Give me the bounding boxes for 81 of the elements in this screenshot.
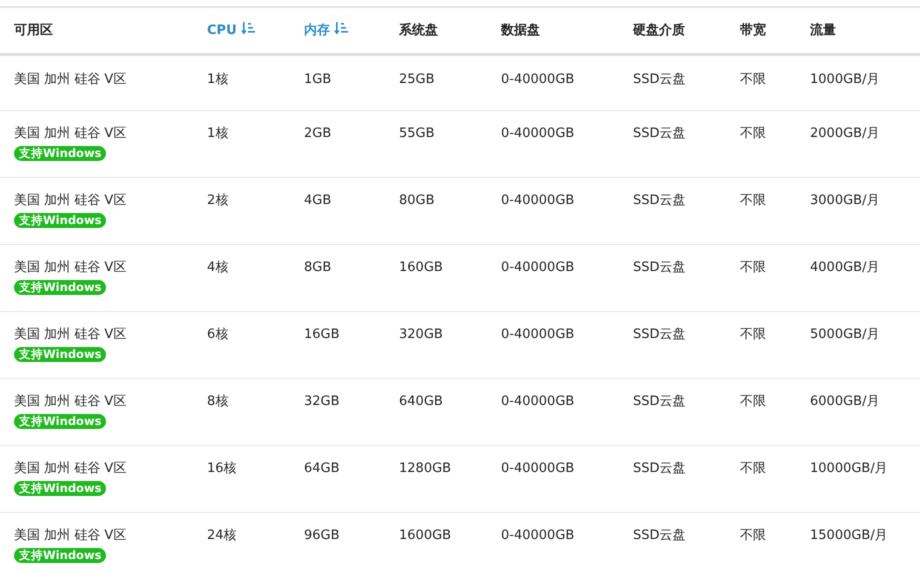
windows-badge: 支持Windows (14, 146, 106, 161)
table-cell-text: 1核 (207, 70, 228, 88)
sort-icon (334, 22, 348, 34)
table-cell-text: 320GB (399, 326, 443, 344)
table-cell-text: 不限 (740, 258, 766, 276)
table-cell-text: 0-40000GB (501, 326, 574, 344)
table-cell-text: 美国 加州 硅谷 V区 (14, 326, 126, 344)
table-cell-text: 5000GB/月 (810, 326, 880, 344)
table-cell-text: 4000GB/月 (810, 258, 880, 276)
column-header: 带宽 (740, 22, 766, 38)
table-cell-text: SSD云盘 (633, 124, 686, 142)
sort-icon (240, 22, 255, 34)
table-cell-text: 美国 加州 硅谷 V区 (14, 526, 126, 544)
table-cell-text: 96GB (304, 526, 340, 544)
table-cell-text: 0-40000GB (501, 258, 574, 276)
windows-badge: 支持Windows (14, 213, 106, 228)
table-cell-text: 55GB (399, 124, 435, 142)
table-cell-text: 6核 (207, 326, 228, 344)
table-cell-text: 不限 (740, 192, 766, 210)
table-cell-text: 1GB (304, 70, 332, 88)
table-cell-text: 不限 (740, 526, 766, 544)
table-cell-text: 0-40000GB (501, 460, 574, 478)
table-cell-text: 160GB (399, 258, 443, 276)
windows-badge: 支持Windows (14, 548, 106, 563)
table-cell-text: 不限 (740, 124, 766, 142)
table-cell-text: SSD云盘 (633, 526, 686, 544)
column-header: 流量 (810, 22, 836, 38)
table-cell-text: 1000GB/月 (810, 70, 880, 88)
table-cell-text: 10000GB/月 (810, 460, 888, 478)
table-cell-text: 美国 加州 硅谷 V区 (14, 70, 126, 88)
table-cell-text: 美国 加州 硅谷 V区 (14, 124, 126, 142)
table-cell-text: 4GB (304, 192, 332, 210)
column-header[interactable]: 内存 (304, 22, 348, 38)
windows-badge: 支持Windows (14, 414, 106, 429)
table-cell-text: 8核 (207, 392, 228, 410)
table-cell-text: 8GB (304, 258, 332, 276)
table-cell-text: SSD云盘 (633, 258, 686, 276)
table-cell-text: 0-40000GB (501, 526, 574, 544)
table-cell-text: 美国 加州 硅谷 V区 (14, 392, 126, 410)
table-cell-text: 4核 (207, 258, 228, 276)
table-cell-text: 不限 (740, 70, 766, 88)
table-cell-text: 0-40000GB (501, 70, 574, 88)
table-cell-text: 0-40000GB (501, 392, 574, 410)
table-cell-text: SSD云盘 (633, 392, 686, 410)
table-cell-text: SSD云盘 (633, 192, 686, 210)
table-cell-text: 2核 (207, 192, 228, 210)
table-cell-text: 1280GB (399, 460, 452, 478)
table-cell-text: 美国 加州 硅谷 V区 (14, 460, 126, 478)
table-cell-text: 1核 (207, 124, 228, 142)
windows-badge: 支持Windows (14, 347, 106, 362)
table-cell-text: 不限 (740, 326, 766, 344)
table-cell-text: 2000GB/月 (810, 124, 880, 142)
table-cell-text: SSD云盘 (633, 70, 686, 88)
table-cell-text: 64GB (304, 460, 340, 478)
table-cell-text: 0-40000GB (501, 192, 574, 210)
table-cell-text: 不限 (740, 460, 766, 478)
table-cell-text: 3000GB/月 (810, 192, 880, 210)
column-header: 硬盘介质 (633, 22, 685, 38)
windows-badge: 支持Windows (14, 280, 106, 295)
table-cell-text: 1600GB (399, 526, 452, 544)
column-header: 数据盘 (501, 22, 540, 38)
table-cell-text: 24核 (207, 526, 237, 544)
table-cell-text: 25GB (399, 70, 435, 88)
table-cell-text: 32GB (304, 392, 340, 410)
windows-badge: 支持Windows (14, 481, 106, 496)
table-cell-text: 6000GB/月 (810, 392, 880, 410)
table-cell-text: 2GB (304, 124, 332, 142)
column-header: 系统盘 (399, 22, 438, 38)
table-cell-text: 80GB (399, 192, 435, 210)
table-cell-text: 16GB (304, 326, 340, 344)
column-header[interactable]: CPU (207, 22, 255, 38)
column-header: 可用区 (14, 22, 53, 38)
table-cell-text: 美国 加州 硅谷 V区 (14, 258, 126, 276)
table-cell-text: 美国 加州 硅谷 V区 (14, 192, 126, 210)
table-cell-text: 15000GB/月 (810, 526, 888, 544)
table-cell-text: 0-40000GB (501, 124, 574, 142)
table-cell-text: 不限 (740, 392, 766, 410)
table-cell-text: 16核 (207, 460, 237, 478)
table-cell-text: SSD云盘 (633, 460, 686, 478)
table-cell-text: 640GB (399, 392, 443, 410)
table-cell-text: SSD云盘 (633, 326, 686, 344)
